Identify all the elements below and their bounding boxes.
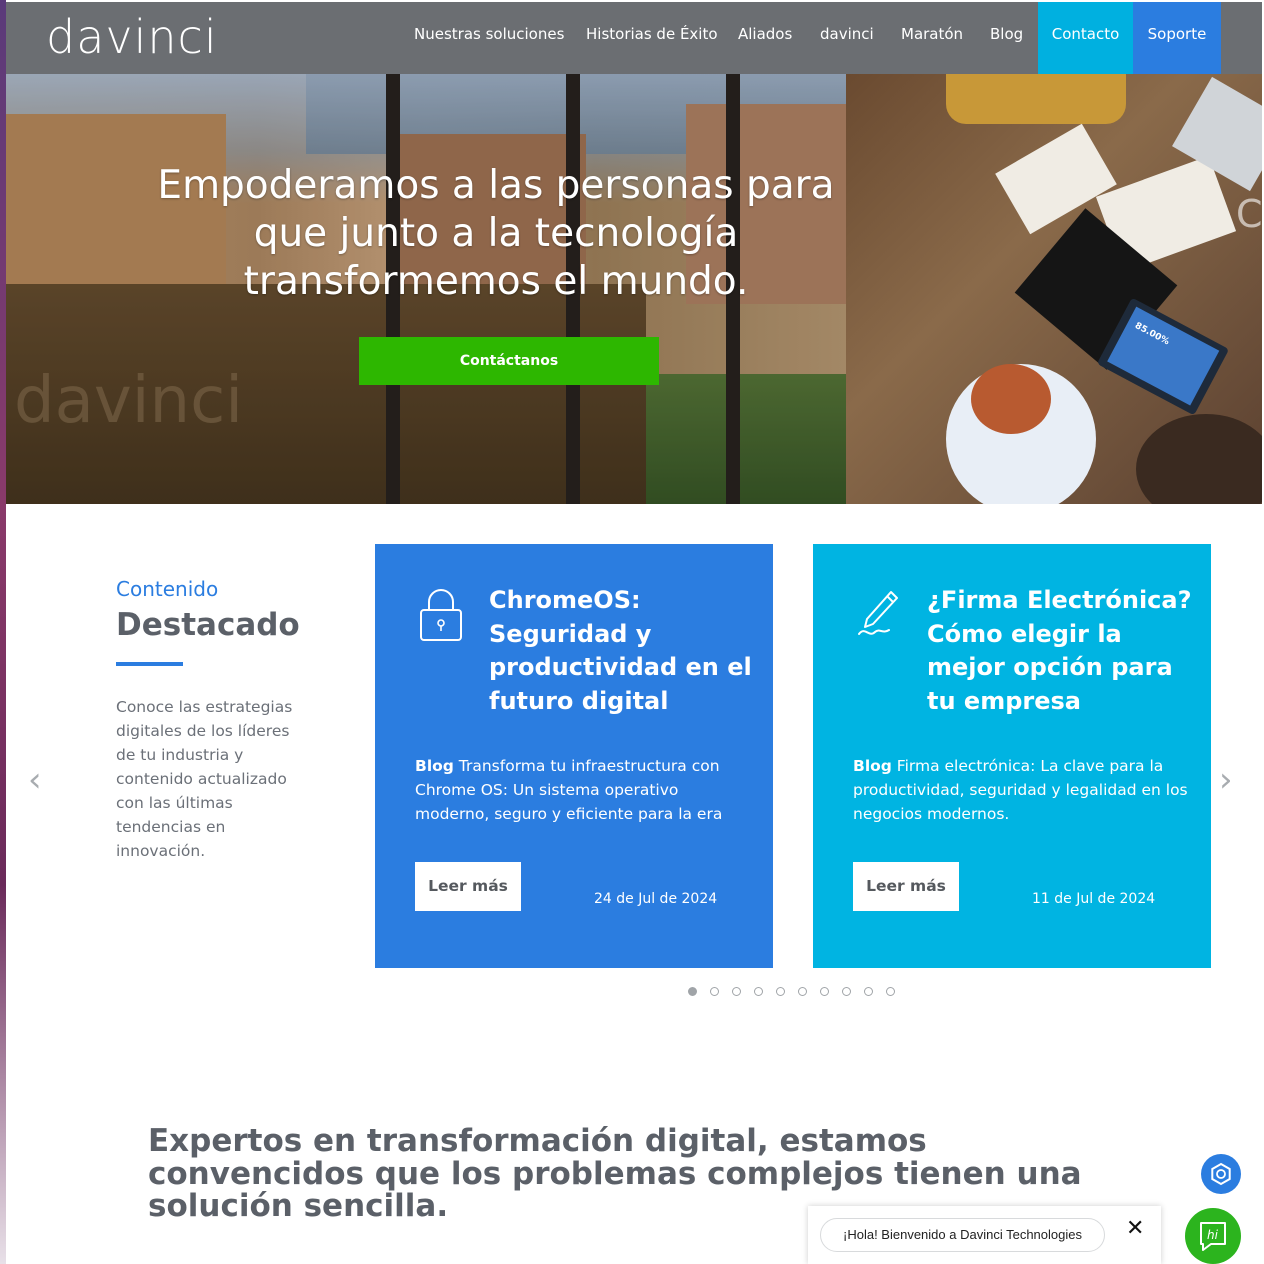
hero-banner: davinci 85.00% C Empoderamos a las perso…	[6, 74, 1262, 504]
nav-blog[interactable]: Blog	[990, 2, 1023, 74]
hero-title: Empoderamos a las personas para que junt…	[157, 163, 835, 304]
photo-tablet-text: 85.00%	[1133, 320, 1171, 348]
chevron-left-icon[interactable]: ‹	[28, 760, 42, 800]
read-more-button[interactable]: Leer más	[415, 862, 521, 911]
carousel-dot[interactable]	[710, 987, 719, 996]
photo-person-head	[971, 364, 1051, 434]
site-logo[interactable]: davinci	[46, 10, 218, 64]
featured-card[interactable]: ChromeOS: Seguridad y productividad en e…	[375, 544, 773, 968]
card-date: 11 de Jul de 2024	[1032, 891, 1156, 907]
site-header: davinci Nuestras soluciones Historias de…	[6, 2, 1262, 74]
chat-bubble-icon: hi	[1200, 1222, 1226, 1251]
card-date: 24 de Jul de 2024	[594, 891, 718, 907]
carousel-dot[interactable]	[842, 987, 851, 996]
pen-signature-icon	[858, 591, 898, 635]
nav-davinci[interactable]: davinci	[820, 2, 874, 74]
carousel-dot[interactable]	[886, 987, 895, 996]
photo-tablet-screen: 85.00%	[1107, 306, 1220, 406]
photo-wall-letter: C	[1236, 192, 1262, 236]
carousel-dot[interactable]	[732, 987, 741, 996]
chevron-right-icon[interactable]: ›	[1219, 760, 1233, 800]
carousel-dot[interactable]	[798, 987, 807, 996]
card-excerpt: Blog Firma electrónica: La clave para la…	[853, 754, 1188, 826]
nav-contacto[interactable]: Contacto	[1038, 2, 1133, 74]
card-excerpt-text: Firma electrónica: La clave para la prod…	[853, 757, 1188, 823]
page: davinci Nuestras soluciones Historias de…	[0, 0, 1264, 1264]
hexagon-icon	[1211, 1162, 1231, 1186]
photo-person-hair	[1136, 414, 1262, 504]
hi-chat-icon[interactable]: hi	[1185, 1208, 1241, 1264]
featured-underline	[116, 662, 183, 666]
nav-historias-de-exito[interactable]: Historias de Éxito	[586, 2, 718, 74]
nav-aliados[interactable]: Aliados	[738, 2, 792, 74]
hero-team-photo: 85.00% C	[846, 74, 1262, 504]
contact-us-button[interactable]: Contáctanos	[359, 337, 659, 385]
carousel-dot[interactable]	[776, 987, 785, 996]
nav-soporte[interactable]: Soporte	[1133, 2, 1221, 74]
card-tag: Blog	[853, 757, 892, 775]
padlock-icon	[420, 589, 462, 641]
carousel-dot[interactable]	[864, 987, 873, 996]
featured-description: Conoce las estrategias digitales de los …	[116, 698, 293, 860]
read-more-button[interactable]: Leer más	[853, 862, 959, 911]
svg-text:hi: hi	[1207, 1228, 1219, 1242]
photo-notebook	[995, 123, 1117, 235]
chat-greeting[interactable]: ¡Hola! Bienvenido a Davinci Technologies	[820, 1218, 1105, 1252]
card-tag: Blog	[415, 757, 454, 775]
card-excerpt-text: Transforma tu infraestructura con Chrome…	[415, 757, 723, 823]
close-icon[interactable]: ✕	[1126, 1216, 1144, 1241]
nav-nuestras-soluciones[interactable]: Nuestras soluciones	[414, 2, 564, 74]
chat-greeting-panel: ¡Hola! Bienvenido a Davinci Technologies…	[808, 1206, 1161, 1264]
carousel-dot[interactable]	[688, 987, 697, 996]
hexagon-support-icon[interactable]	[1201, 1154, 1241, 1194]
carousel-dot[interactable]	[820, 987, 829, 996]
card-title[interactable]: ChromeOS: Seguridad y productividad en e…	[489, 584, 759, 718]
card-title[interactable]: ¿Firma Electrónica? Cómo elegir la mejor…	[927, 584, 1197, 718]
featured-label: Contenido	[116, 577, 219, 601]
card-excerpt: Blog Transforma tu infraestructura con C…	[415, 754, 750, 826]
featured-title: Destacado	[116, 607, 300, 643]
featured-card[interactable]: ¿Firma Electrónica? Cómo elegir la mejor…	[813, 544, 1211, 968]
photo-person-jacket	[946, 74, 1126, 124]
nav-maraton[interactable]: Maratón	[901, 2, 963, 74]
carousel-dot[interactable]	[754, 987, 763, 996]
